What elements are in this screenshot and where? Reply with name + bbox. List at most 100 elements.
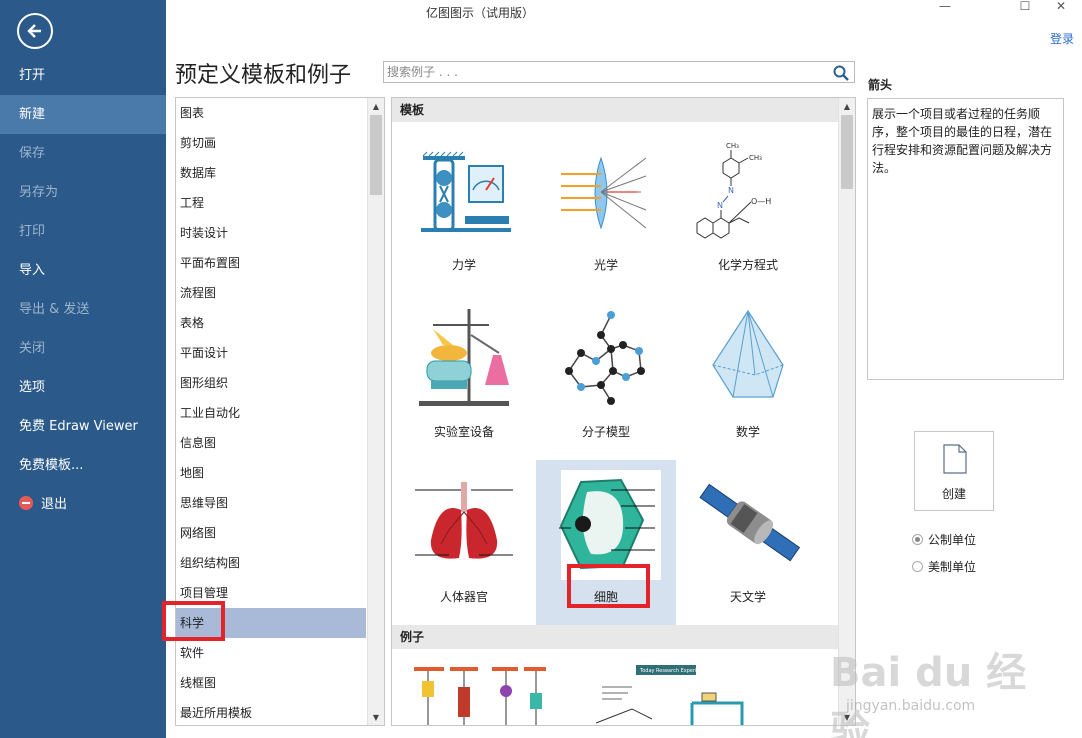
category-item[interactable]: 表格 — [176, 308, 366, 338]
category-scrollbar[interactable]: ▲ ▼ — [367, 98, 384, 725]
template-tile-chemical-formula[interactable]: CH₃ CH₃ N N O—H 化学方程式 — [678, 128, 818, 293]
satellite-icon — [699, 483, 801, 562]
mechanics-icon — [421, 151, 511, 232]
category-item[interactable]: 软件 — [176, 638, 366, 668]
example-banner-text: Today Research Experiment — [639, 668, 710, 674]
page-title: 预定义模板和例子 — [175, 63, 352, 88]
new-document-icon — [943, 444, 967, 474]
scroll-thumb[interactable] — [370, 115, 382, 195]
scroll-thumb[interactable] — [841, 115, 853, 189]
sidebar-item-save[interactable]: 保存 — [0, 134, 166, 173]
radio-us[interactable] — [912, 561, 923, 572]
template-tile-astronomy[interactable]: 天文学 — [678, 460, 818, 625]
radio-metric-label: 公制单位 — [928, 533, 977, 547]
login-link[interactable]: 登录 — [1050, 30, 1074, 47]
template-tile-human-organs[interactable]: 人体器官 — [394, 460, 534, 625]
exit-icon — [19, 496, 33, 510]
category-item[interactable]: 思维导图 — [176, 488, 366, 518]
category-item[interactable]: 图形组织 — [176, 368, 366, 398]
sidebar-item-close[interactable]: 关闭 — [0, 329, 166, 368]
chem-n2: N — [717, 201, 723, 210]
category-item[interactable]: 数据库 — [176, 158, 366, 188]
molecule-icon — [565, 311, 645, 405]
sidebar-item-import[interactable]: 导入 — [0, 251, 166, 290]
template-label: 分子模型 — [581, 425, 630, 439]
example-thumbnail-mechanics[interactable] — [410, 663, 550, 726]
template-label: 实验室设备 — [433, 425, 494, 439]
radio-metric[interactable] — [912, 534, 923, 545]
category-item[interactable]: 地图 — [176, 458, 366, 488]
template-label: 化学方程式 — [717, 258, 778, 272]
template-tile-lab-equipment[interactable]: 实验室设备 — [394, 295, 534, 460]
category-item[interactable]: 图表 — [176, 98, 366, 128]
sidebar-item-open[interactable]: 打开 — [0, 56, 166, 95]
back-button[interactable] — [17, 13, 53, 49]
scroll-up-arrow-icon[interactable]: ▲ — [839, 98, 855, 114]
unit-option-us[interactable]: 美制单位 — [912, 558, 976, 575]
template-label: 数学 — [735, 425, 760, 439]
sidebar-item-edraw-viewer[interactable]: 免费 Edraw Viewer — [0, 407, 166, 446]
search-box — [383, 61, 855, 83]
sidebar-item-options[interactable]: 选项 — [0, 368, 166, 407]
template-highlight-box — [567, 564, 650, 608]
category-item[interactable]: 信息图 — [176, 428, 366, 458]
sidebar-item-print[interactable]: 打印 — [0, 212, 166, 251]
templates-section-header: 模板 — [392, 98, 839, 122]
template-tile-mechanics[interactable]: 力学 — [394, 128, 534, 293]
maximize-button[interactable]: ☐ — [1010, 0, 1040, 14]
template-label: 人体器官 — [439, 590, 488, 604]
watermark-url: jingyan.baidu.com — [846, 698, 976, 714]
category-item[interactable]: 网络图 — [176, 518, 366, 548]
sidebar-item-new[interactable]: 新建 — [0, 95, 166, 134]
baidu-watermark: Bai du 经验 jingyan.baidu.com — [830, 640, 1050, 738]
category-item[interactable]: 流程图 — [176, 278, 366, 308]
app-window: 打开 新建 保存 另存为 打印 导入 导出 & 发送 关闭 选项 免费 Edra… — [0, 0, 1082, 738]
examples-section-header: 例子 — [392, 625, 839, 649]
pyramid-icon — [712, 309, 784, 398]
sidebar-item-free-templates[interactable]: 免费模板... — [0, 446, 166, 485]
category-item[interactable]: 时装设计 — [176, 218, 366, 248]
template-tile-optics[interactable]: 光学 — [536, 128, 676, 293]
category-item[interactable]: 线框图 — [176, 668, 366, 698]
minimize-button[interactable]: — — [930, 0, 960, 14]
arrow-left-icon — [27, 24, 41, 38]
template-gallery: 模板 力学 光学 CH₃ CH₃ N N O—H 化学方程式 实验室设备 分子模… — [391, 97, 856, 726]
chem-oh: O—H — [751, 197, 771, 206]
watermark-brand: Bai du 经验 — [830, 650, 1027, 738]
radio-us-label: 美制单位 — [928, 560, 977, 574]
optics-icon — [561, 156, 647, 230]
category-item[interactable]: 最近所用模板 — [176, 698, 366, 725]
category-item[interactable]: 平面布置图 — [176, 248, 366, 278]
scroll-up-arrow-icon[interactable]: ▲ — [368, 98, 384, 114]
search-icon[interactable] — [832, 64, 850, 82]
window-title: 亿图图示（试用版） — [426, 6, 535, 20]
sidebar-item-export-send[interactable]: 导出 & 发送 — [0, 290, 166, 329]
template-scrollbar[interactable]: ▲ ▼ — [838, 98, 855, 725]
template-label: 光学 — [593, 258, 618, 272]
template-description: 展示一个项目或者过程的任务顺序，整个项目的最佳的日程，潜在行程安排和资源配置问题… — [867, 98, 1064, 380]
template-tile-math[interactable]: 数学 — [678, 295, 818, 460]
category-item[interactable]: 剪切画 — [176, 128, 366, 158]
template-label: 力学 — [451, 258, 476, 272]
chemical-formula-icon: CH₃ CH₃ N N O—H — [696, 142, 771, 239]
sidebar-item-save-as[interactable]: 另存为 — [0, 173, 166, 212]
title-bar: 亿图图示（试用版） — ☐ ✕ — [166, 0, 1082, 26]
unit-option-metric[interactable]: 公制单位 — [912, 531, 976, 548]
scroll-down-arrow-icon[interactable]: ▼ — [368, 709, 384, 725]
search-input[interactable] — [384, 62, 824, 82]
sidebar-item-exit[interactable]: 退出 — [0, 485, 166, 524]
template-tile-molecule[interactable]: 分子模型 — [536, 295, 676, 460]
close-window-button[interactable]: ✕ — [1046, 0, 1076, 14]
category-item[interactable]: 组织结构图 — [176, 548, 366, 578]
category-item[interactable]: 工业自动化 — [176, 398, 366, 428]
category-item[interactable]: 平面设计 — [176, 338, 366, 368]
backstage-sidebar: 打开 新建 保存 另存为 打印 导入 导出 & 发送 关闭 选项 免费 Edra… — [0, 0, 166, 738]
chem-ch3-top: CH₃ — [726, 142, 739, 150]
lab-equipment-icon — [419, 309, 509, 406]
category-item[interactable]: 工程 — [176, 188, 366, 218]
create-button[interactable]: 创建 — [914, 431, 994, 511]
chem-n1: N — [728, 186, 734, 195]
example-thumbnail-experiment[interactable]: Today Research Experiment — [592, 663, 752, 726]
template-detail-title: 箭头 — [868, 78, 893, 92]
exit-label: 退出 — [41, 497, 68, 512]
